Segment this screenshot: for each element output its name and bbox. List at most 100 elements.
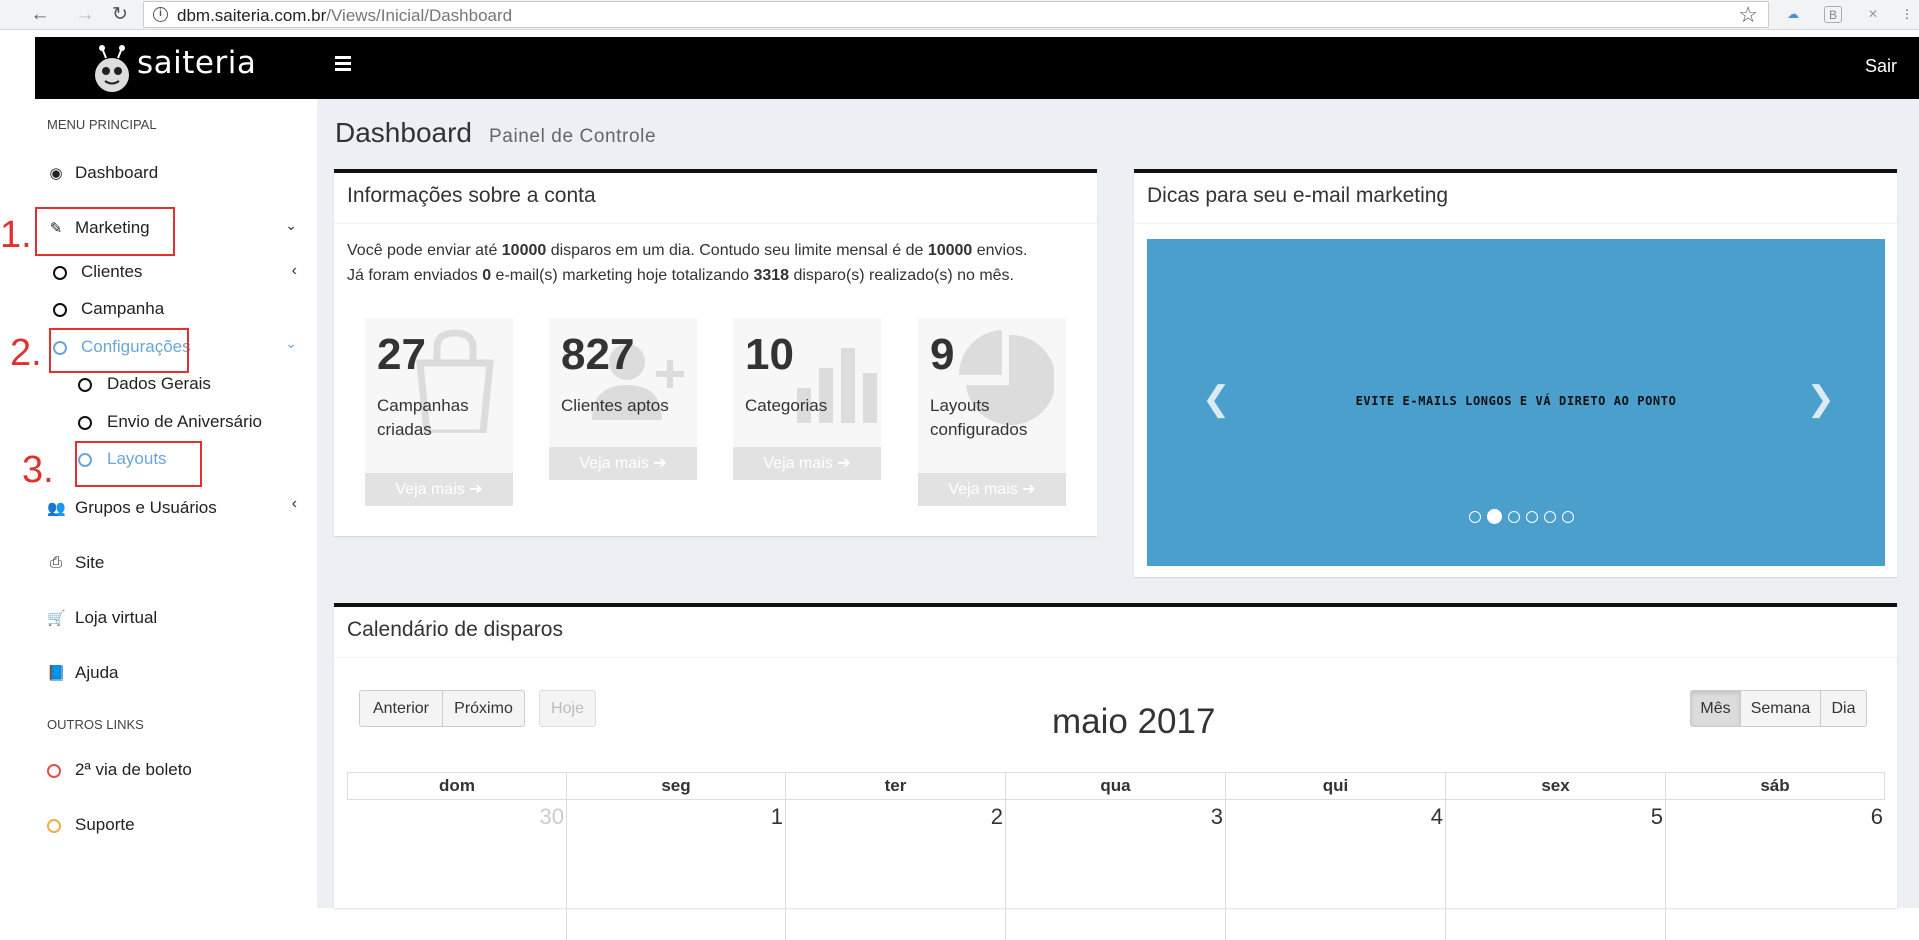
tips-carousel: ❮ EVITE E-MAILS LONGOS E VÁ DIRETO AO PO…: [1147, 239, 1885, 566]
weekday-header: ter: [786, 772, 1006, 800]
calendar-prev-button[interactable]: Anterior: [359, 690, 443, 727]
account-info-title: Informações sobre a conta: [347, 184, 596, 207]
reload-icon[interactable]: ↻: [108, 3, 132, 27]
circle-icon: [78, 378, 92, 392]
calendar-day-cell[interactable]: 5: [1446, 800, 1666, 940]
sidebar-item-ajuda[interactable]: 📘 Ajuda: [35, 656, 317, 690]
inbox-icon: ⎙: [49, 554, 62, 571]
sidebar-item-site[interactable]: ⎙ Site: [35, 546, 317, 580]
back-arrow-icon[interactable]: ←: [28, 3, 52, 27]
tachometer-icon: ◉: [49, 165, 63, 182]
top-header: saiteria Sair: [35, 37, 1919, 99]
url-text: dbm.saiteria.com.br/Views/Inicial/Dashbo…: [177, 6, 513, 25]
see-more-button[interactable]: Veja mais ➔: [733, 447, 881, 480]
weekday-header: sáb: [1666, 772, 1885, 800]
calendar-day-cell[interactable]: 1: [567, 800, 786, 940]
day-number: 1: [770, 804, 783, 829]
hamburger-menu-icon[interactable]: [335, 56, 351, 71]
bookmark-star-icon[interactable]: ☆: [1738, 2, 1758, 28]
sidebar-item-suporte[interactable]: Suporte: [35, 812, 317, 842]
carousel-dot[interactable]: [1469, 510, 1481, 523]
calendar-next-button[interactable]: Próximo: [442, 690, 525, 727]
annotation-number: 2.: [10, 332, 42, 374]
logout-link[interactable]: Sair: [1865, 56, 1897, 77]
other-links-title: OUTROS LINKS: [47, 717, 144, 732]
account-info-panel: Informações sobre a conta Você pode envi…: [334, 169, 1097, 536]
chevron-down-icon: ⌄: [285, 217, 297, 233]
carousel-next-arrow-icon[interactable]: ❯: [1807, 379, 1836, 419]
carousel-slide-text: EVITE E-MAILS LONGOS E VÁ DIRETO AO PONT…: [1355, 394, 1677, 408]
calendar-day-cell[interactable]: 4: [1226, 800, 1446, 940]
address-bar[interactable]: i dbm.saiteria.com.br/Views/Inicial/Dash…: [143, 1, 1769, 28]
weekday-header: qui: [1226, 772, 1446, 800]
stat-card-layouts: 9 Layouts configurados Veja mais ➔: [918, 318, 1066, 506]
sidebar-item-dados-gerais[interactable]: Dados Gerais: [35, 371, 317, 401]
x-extension-icon[interactable]: ✕: [1864, 6, 1882, 23]
carousel-dot[interactable]: [1508, 510, 1520, 523]
day-number: 4: [1430, 804, 1443, 829]
calendar-month-view-button[interactable]: Mês: [1690, 690, 1741, 727]
tips-panel: Dicas para seu e-mail marketing ❮ EVITE …: [1134, 169, 1897, 577]
divider: [334, 223, 1097, 224]
book-icon: 📘: [47, 665, 66, 682]
calendar-day-cell[interactable]: 30: [347, 800, 567, 940]
divider: [1134, 223, 1897, 224]
weekday-header: qua: [1006, 772, 1226, 800]
annotation-box: [75, 441, 202, 487]
stat-label: Clientes aptos: [561, 396, 669, 415]
site-info-icon[interactable]: i: [153, 7, 168, 22]
calendar-day-cell[interactable]: 2: [786, 800, 1006, 940]
browser-menu-icon[interactable]: ⋮: [1898, 6, 1916, 23]
sidebar-item-campanha[interactable]: Campanha: [35, 296, 317, 326]
stat-card-campanhas: 27 Campanhas criadas Veja mais ➔: [365, 318, 513, 506]
users-icon: 👥: [47, 500, 66, 517]
robot-logo-icon: [95, 45, 129, 92]
annotation-box: [35, 207, 175, 256]
b-extension-icon[interactable]: B: [1824, 6, 1842, 23]
sidebar-item-grupos-usuarios[interactable]: 👥 Grupos e Usuários ‹: [35, 491, 317, 525]
carousel-dot-active[interactable]: [1487, 509, 1502, 525]
weekday-header: dom: [347, 772, 567, 800]
sidebar-item-boleto[interactable]: 2ª via de boleto: [35, 757, 317, 787]
carousel-dot[interactable]: [1544, 510, 1556, 523]
stat-card-clientes: 827 Clientes aptos Veja mais ➔: [549, 318, 697, 480]
carousel-indicators: [1469, 508, 1580, 526]
circle-icon: [78, 416, 92, 430]
see-more-button[interactable]: Veja mais ➔: [365, 473, 513, 506]
annotation-number: 3.: [22, 449, 54, 491]
stat-label: Layouts configurados: [930, 396, 1028, 439]
day-number: 6: [1870, 804, 1883, 829]
forward-arrow-icon[interactable]: →: [73, 3, 97, 27]
sidebar-item-clientes[interactable]: Clientes ‹: [35, 259, 317, 289]
chevron-down-icon: ⌄: [285, 335, 297, 351]
weekday-header: sex: [1446, 772, 1666, 800]
day-number: 3: [1210, 804, 1223, 829]
sidebar-item-dashboard[interactable]: ◉ Dashboard: [35, 156, 317, 190]
see-more-button[interactable]: Veja mais ➔: [549, 447, 697, 480]
see-more-button[interactable]: Veja mais ➔: [918, 473, 1066, 506]
calendar-day-cell[interactable]: 3: [1006, 800, 1226, 940]
calendar-day-cell[interactable]: 6: [1666, 800, 1885, 940]
annotation-number: 1.: [0, 214, 32, 256]
stat-value: 10: [745, 330, 794, 379]
account-sent-text: Já foram enviados 0 e-mail(s) marketing …: [347, 267, 1014, 284]
stat-value: 27: [377, 330, 426, 379]
sidebar-item-envio-aniversario[interactable]: Envio de Aniversário: [35, 409, 317, 439]
sidebar-item-loja-virtual[interactable]: 🛒 Loja virtual: [35, 601, 317, 635]
carousel-dot[interactable]: [1562, 510, 1574, 523]
divider: [334, 657, 1897, 658]
carousel-dot[interactable]: [1526, 510, 1538, 523]
circle-icon: [47, 819, 61, 833]
main-menu-title: MENU PRINCIPAL: [47, 117, 157, 132]
stat-value: 827: [561, 330, 635, 379]
day-number: 5: [1650, 804, 1663, 829]
calendar-today-button[interactable]: Hoje: [539, 690, 596, 727]
calendar-day-view-button[interactable]: Dia: [1820, 690, 1867, 727]
calendar-week-view-button[interactable]: Semana: [1740, 690, 1821, 727]
page-title: Dashboard: [335, 117, 472, 148]
stat-card-categorias: 10 Categorias Veja mais ➔: [733, 318, 881, 480]
cloud-extension-icon[interactable]: ☁: [1784, 6, 1802, 23]
weekday-header: seg: [567, 772, 786, 800]
circle-icon: [53, 266, 67, 280]
chevron-left-icon: ‹: [291, 495, 297, 512]
